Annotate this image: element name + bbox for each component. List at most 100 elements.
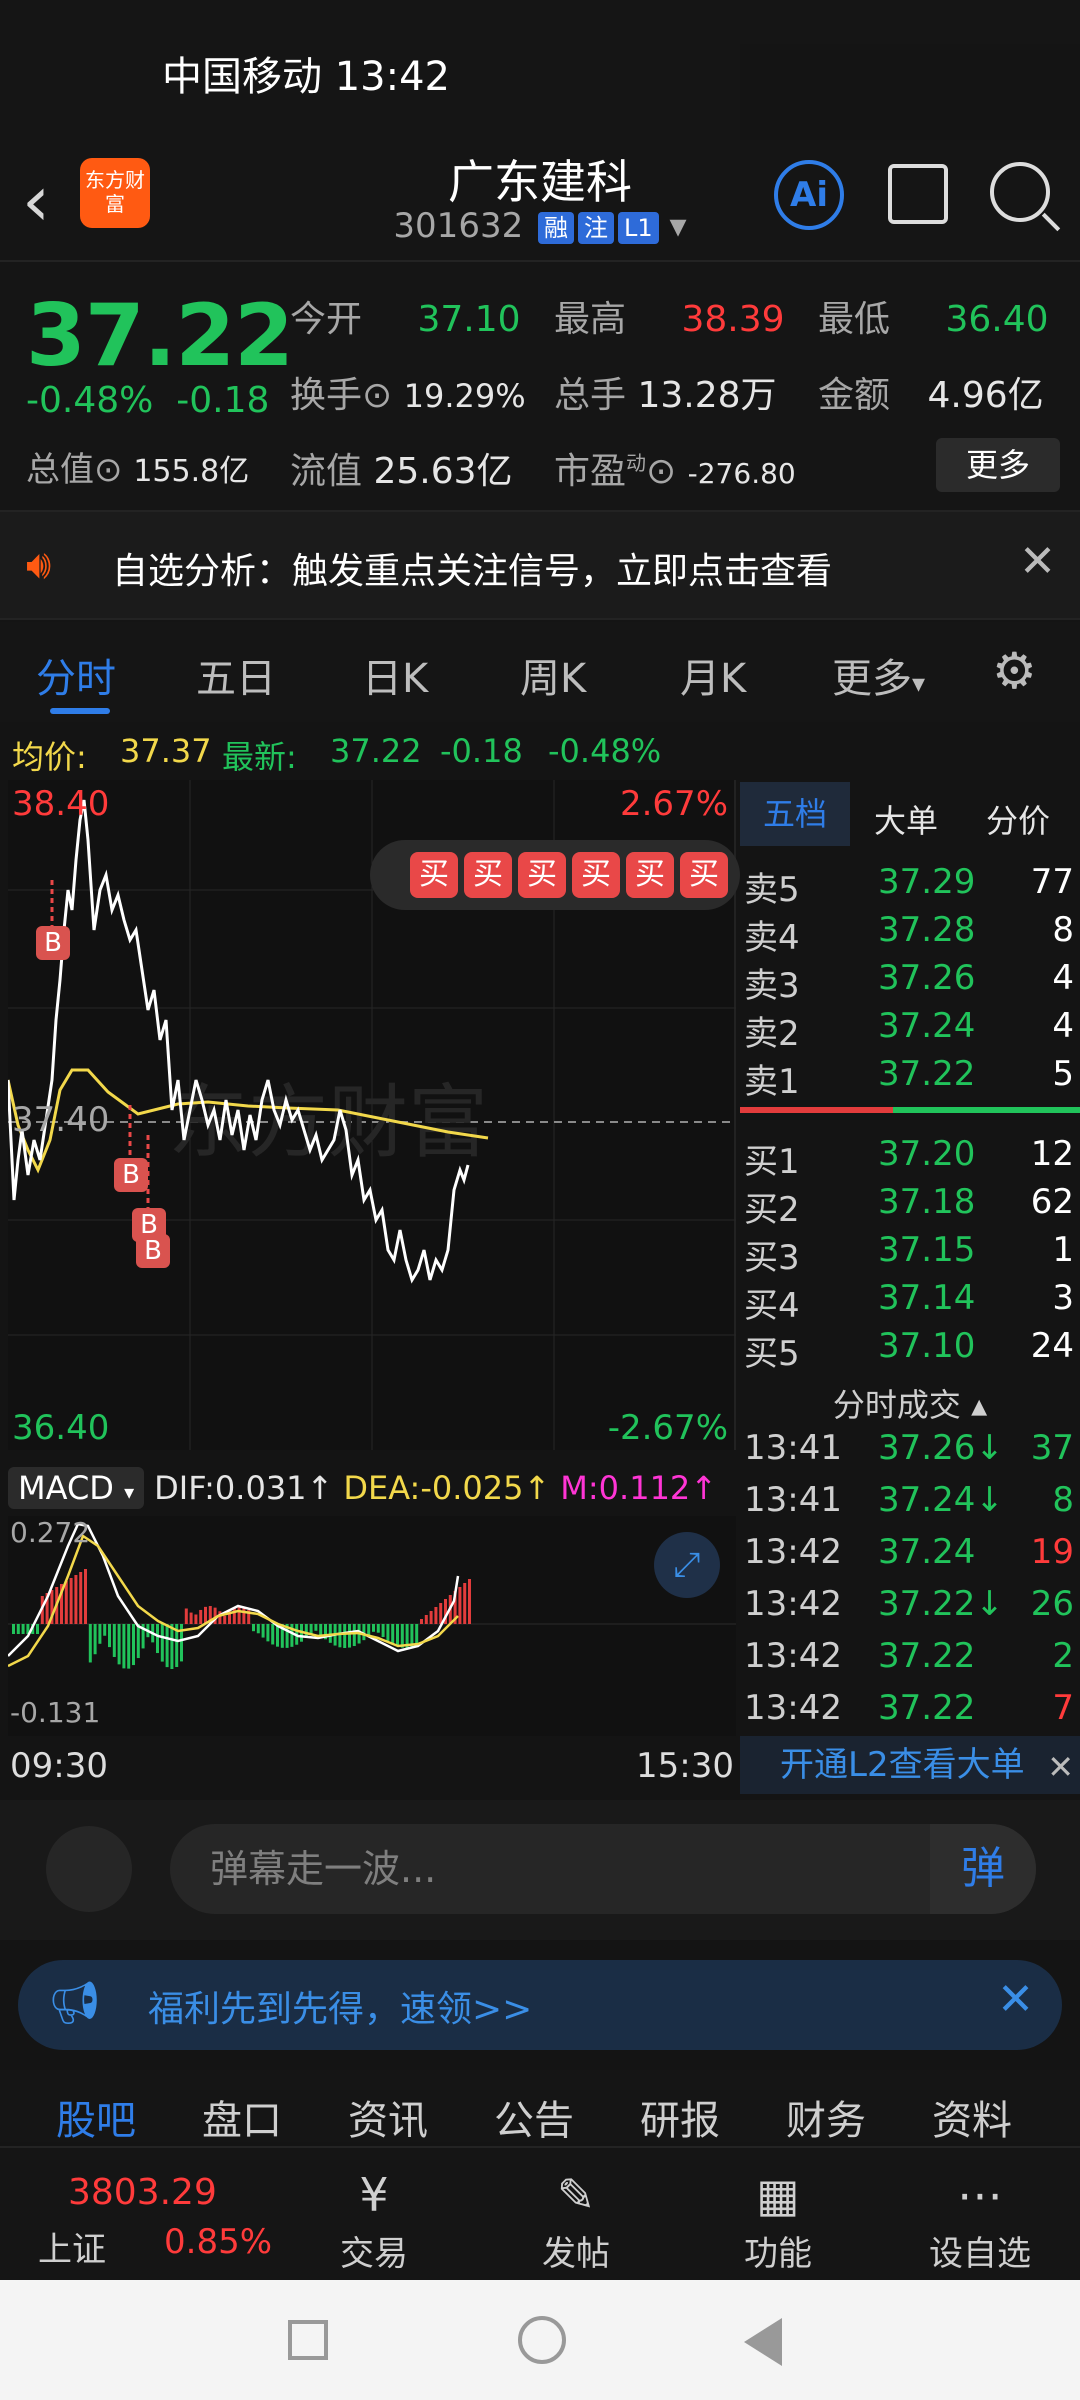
bid-label: 买4: [744, 1286, 800, 1326]
close-icon[interactable]: ✕: [997, 1974, 1034, 2025]
info-icon[interactable]: ⊙: [94, 450, 123, 490]
ai-button[interactable]: Ai: [774, 160, 844, 230]
tab-monthly-k[interactable]: 月K: [680, 646, 746, 704]
post-button[interactable]: ✎ 发帖: [516, 2168, 636, 2275]
tab-guba[interactable]: 股吧: [56, 2088, 136, 2146]
latest-change: -0.18: [440, 732, 523, 770]
info-icon[interactable]: ⊙: [362, 375, 392, 416]
high-value: 38.39: [681, 299, 785, 340]
arrow-up-icon: ↑: [306, 1469, 334, 1507]
index-widget[interactable]: 3803.29 上证 0.85%: [0, 2148, 290, 2282]
macd-bar: [36, 1624, 39, 1634]
megaphone-icon: 📢︎: [48, 1978, 102, 2027]
tab-price-volume[interactable]: 分价: [986, 796, 1050, 842]
tab-research[interactable]: 研报: [640, 2088, 720, 2146]
chevron-down-icon[interactable]: ▾: [669, 206, 686, 246]
tab-pankou[interactable]: 盘口: [202, 2088, 282, 2146]
tab-big-orders[interactable]: 大单: [874, 796, 938, 842]
macd-bar: [386, 1624, 390, 1641]
amount-label: 金额: [818, 375, 891, 416]
buy-marker[interactable]: B: [36, 926, 70, 960]
tag-margin: 融: [538, 211, 575, 244]
amount-value: 4.96亿: [927, 375, 1044, 416]
high-label: 最高: [554, 299, 627, 340]
macd-bar: [352, 1624, 356, 1647]
trade-time: 13:41: [744, 1428, 842, 1468]
arrow-up-icon: ↑: [690, 1469, 718, 1507]
danmaku-input[interactable]: 弹幕走一波...: [170, 1824, 1036, 1914]
tab-underline: [50, 708, 110, 714]
add-watchlist-button[interactable]: ⋯ 设自选: [920, 2168, 1040, 2275]
buy-marker[interactable]: B: [114, 1158, 148, 1192]
tab-profile[interactable]: 资料: [932, 2088, 1012, 2146]
trade-time: 13:42: [744, 1688, 842, 1728]
macd-dif-value: DIF:0.031: [154, 1469, 307, 1507]
macd-y-bottom: -0.131: [10, 1696, 101, 1729]
tab-finance[interactable]: 财务: [786, 2088, 866, 2146]
alert-text[interactable]: 自选分析：触发重点关注信号，立即点击查看: [112, 542, 832, 594]
tag-level[interactable]: L1: [618, 211, 659, 244]
alert-bar[interactable]: 🔊︎ 自选分析：触发重点关注信号，立即点击查看 ✕: [0, 510, 1080, 620]
arrow-up-icon: ↑: [523, 1469, 551, 1507]
pe-sup: 动: [626, 451, 647, 475]
tab-five-day[interactable]: 五日: [196, 646, 276, 704]
buy-signal-bubble[interactable]: 买 买 买 买 买 买: [370, 840, 740, 910]
close-icon[interactable]: ✕: [1019, 536, 1056, 587]
expand-icon[interactable]: ⤢: [654, 1532, 720, 1598]
tab-intraday[interactable]: 分时: [36, 646, 116, 704]
macd-chart[interactable]: 0.272 -0.131 ⤢: [8, 1516, 736, 1736]
info-icon[interactable]: ⊙: [646, 451, 676, 492]
bid-price: 37.14: [878, 1278, 976, 1318]
trade-time: 13:42: [744, 1532, 842, 1572]
macd-dea: DEA:-0.025↑: [343, 1469, 550, 1507]
l2-upgrade-banner[interactable]: 开通L2查看大单 ✕: [740, 1736, 1080, 1794]
trades-title[interactable]: 分时成交 ▴: [740, 1380, 1080, 1426]
more-button[interactable]: 更多: [936, 438, 1060, 492]
bid-label: 买3: [744, 1238, 800, 1278]
tab-news[interactable]: 资讯: [348, 2088, 428, 2146]
buy-marker[interactable]: B: [136, 1234, 170, 1268]
macd-bar: [348, 1624, 351, 1648]
bid-price: 37.10: [878, 1326, 976, 1366]
ask-label: 卖3: [744, 966, 800, 1006]
trade-price: 37.24: [878, 1532, 976, 1572]
share-icon[interactable]: [888, 164, 948, 224]
tab-five-levels[interactable]: 五档: [740, 782, 850, 846]
pe-label: 市盈: [554, 451, 627, 492]
macd-bar: [328, 1624, 332, 1643]
ask-label: 卖4: [744, 918, 800, 958]
tab-more[interactable]: 更多▾: [832, 646, 925, 704]
ask-row: 卖1 37.22 5: [740, 1054, 1080, 1102]
macd-select[interactable]: MACD ▾: [8, 1467, 145, 1509]
status-bar: 中国移动 13:42 ⏰ ⌔ 5G ▮ 43: [0, 0, 1080, 1056]
macd-dea-value: DEA:-0.025: [343, 1469, 524, 1507]
close-icon[interactable]: ✕: [1047, 1738, 1074, 1796]
ask-row: 卖4 37.28 8: [740, 910, 1080, 958]
macd-bar: [381, 1624, 385, 1638]
search-icon[interactable]: [990, 162, 1050, 222]
home-button[interactable]: [518, 2316, 566, 2364]
recent-apps-button[interactable]: [288, 2320, 328, 2360]
intraday-chart[interactable]: 东方财富 38.40 2.67% 37.40 36.40 -2.67% 买 买 …: [8, 780, 740, 1450]
tag-registered: 注: [578, 211, 615, 244]
tab-weekly-k[interactable]: 周K: [520, 646, 586, 704]
promo-banner[interactable]: 📢︎ 福利先到先得，速领>> ✕: [18, 1960, 1062, 2050]
gear-icon[interactable]: ⚙: [992, 642, 1037, 700]
macd-bar: [372, 1624, 375, 1632]
macd-dif: DIF:0.031↑: [154, 1469, 333, 1507]
danmaku-toggle-button[interactable]: 弹: [930, 1824, 1036, 1914]
promo-text[interactable]: 福利先到先得，速领>>: [148, 1980, 532, 2032]
danmaku-settings-icon[interactable]: [46, 1826, 132, 1912]
y-axis-mid: 37.40: [12, 1100, 110, 1140]
turnover-item: 换手⊙ 19.29%: [290, 366, 526, 418]
functions-button[interactable]: ▦ 功能: [718, 2168, 838, 2275]
trade-button[interactable]: ¥ 交易: [314, 2168, 434, 2275]
functions-label: 功能: [744, 2234, 812, 2274]
bid-vol: 1: [1052, 1230, 1074, 1270]
back-button[interactable]: [744, 2318, 782, 2366]
tab-daily-k[interactable]: 日K: [362, 646, 428, 704]
trade-price: 37.26↓: [878, 1428, 1004, 1468]
bid-price: 37.15: [878, 1230, 976, 1270]
pct-axis-bottom: -2.67%: [607, 1408, 728, 1448]
tab-announcements[interactable]: 公告: [494, 2088, 574, 2146]
